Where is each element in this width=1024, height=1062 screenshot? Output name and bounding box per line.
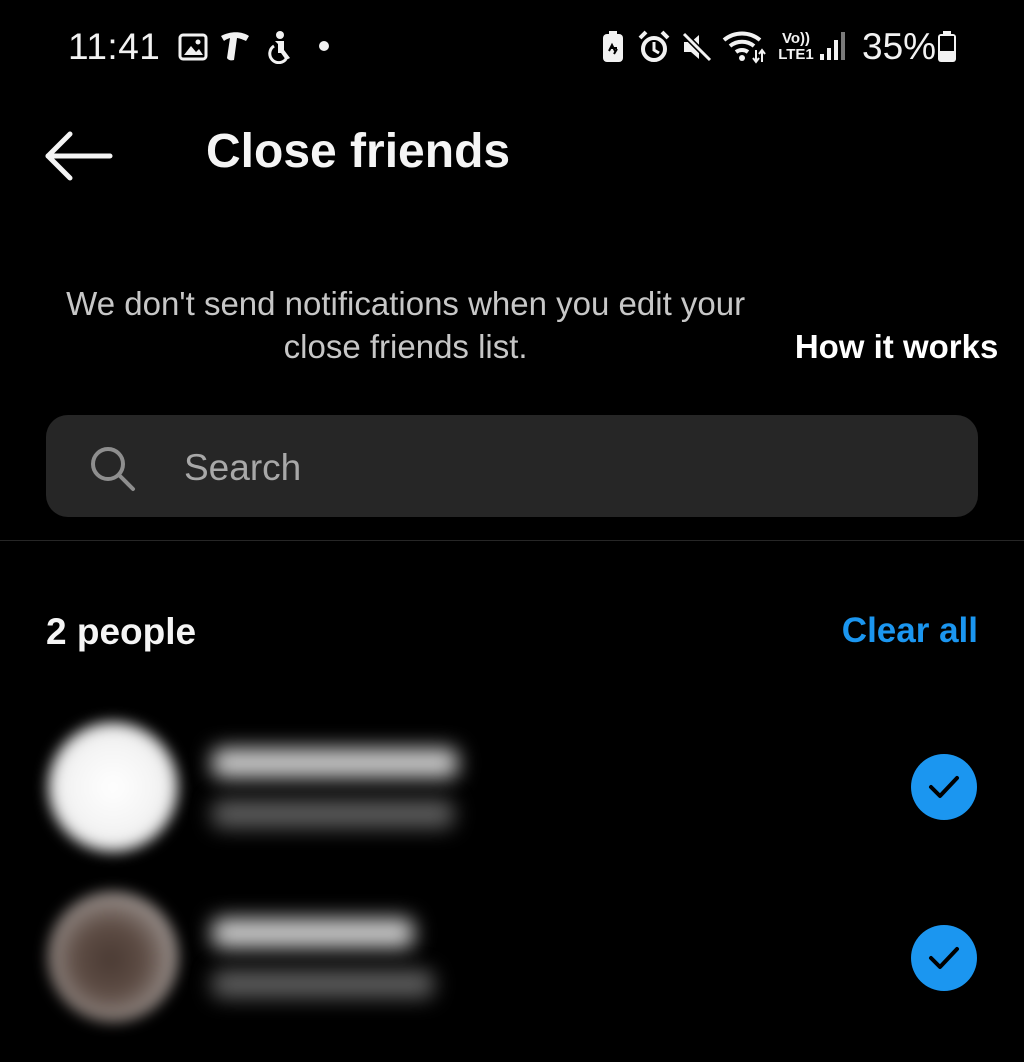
status-bar: 11:41 Vo)) LTE1 35% [0,0,1024,94]
network-label: LTE1 [778,46,814,63]
accessibility-icon [268,31,290,64]
volte-label: Vo)) [781,30,811,47]
people-count: 2 people [46,611,197,652]
page-title: Close friends [206,125,511,178]
battery-percent: 35% [862,26,937,67]
battery-saver-icon [603,31,623,62]
notice-message: We don't send notifications when you edi… [66,285,746,365]
how-it-works-link[interactable]: How it works [795,328,999,365]
selected-checkbox[interactable] [911,754,977,820]
checkmark-icon [929,776,959,798]
volte-lte-icon: Vo)) LTE1 [776,31,816,65]
dot-icon [319,41,329,51]
search-input[interactable] [182,439,946,497]
avatar [48,722,178,852]
mute-icon [681,31,713,63]
notice-line: We don't send notifications when you edi… [0,282,1024,368]
signal-icon [820,32,845,60]
status-time: 11:41 [68,26,161,67]
username-redacted [212,918,414,948]
telstra-icon [221,32,249,61]
username-redacted [212,748,458,778]
search-icon [91,447,135,491]
alarm-icon [638,30,670,62]
selected-checkbox[interactable] [911,925,977,991]
notice-text: We don't send notifications when you edi… [0,282,1024,368]
divider [0,540,1024,541]
arrow-left-icon [45,131,113,181]
fullname-redacted [212,970,434,998]
wifi-icon [722,31,766,64]
gallery-icon [178,33,208,61]
avatar [48,892,178,1022]
battery-icon [938,31,956,62]
clear-all-button[interactable]: Clear all [842,611,978,651]
fullname-redacted [212,800,454,828]
checkmark-icon [929,947,959,969]
back-button[interactable] [40,122,120,186]
